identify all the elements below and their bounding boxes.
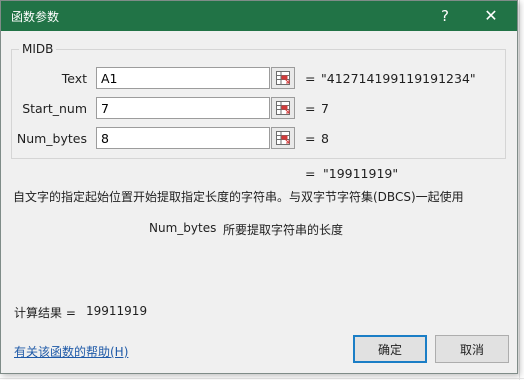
title-bar: 函数参数 ? ✕ bbox=[1, 1, 517, 31]
range-select-icon bbox=[276, 71, 290, 85]
arg-label-num-bytes: Num_bytes bbox=[16, 131, 87, 146]
close-button[interactable]: ✕ bbox=[471, 1, 511, 31]
cancel-button[interactable]: 取消 bbox=[435, 335, 509, 363]
start-num-arg-result: 7 bbox=[321, 101, 329, 116]
text-arg-equals: = bbox=[305, 71, 316, 86]
calc-result-value: 19911919 bbox=[86, 304, 148, 318]
start-num-arg-equals: = bbox=[305, 101, 316, 116]
dialog-title: 函数参数 bbox=[11, 10, 60, 24]
text-arg-input[interactable] bbox=[96, 67, 270, 89]
function-name: MIDB bbox=[19, 42, 57, 56]
range-select-icon bbox=[276, 101, 290, 115]
function-description: 自文字的指定起始位置开始提取指定长度的字符串。与双字节字符集(DBCS)一起使用 bbox=[13, 190, 464, 204]
ok-button[interactable]: 确定 bbox=[353, 335, 427, 363]
start-num-range-select-button[interactable] bbox=[271, 97, 295, 119]
function-result-equals: = bbox=[305, 166, 316, 181]
help-button[interactable]: ? bbox=[425, 1, 465, 31]
num-bytes-arg-result: 8 bbox=[321, 131, 329, 146]
param-description: 所要提取字符串的长度 bbox=[223, 223, 344, 237]
text-arg-result: "412714199119191234" bbox=[321, 71, 476, 86]
calc-result-label: 计算结果 = bbox=[14, 306, 76, 320]
function-arguments-dialog: 函数参数 ? ✕ MIDB Text = "412714199119191234… bbox=[0, 0, 518, 374]
num-bytes-arg-input[interactable] bbox=[96, 127, 270, 149]
start-num-arg-input[interactable] bbox=[96, 97, 270, 119]
text-range-select-button[interactable] bbox=[271, 67, 295, 89]
function-result-value: "19911919" bbox=[323, 166, 399, 181]
num-bytes-range-select-button[interactable] bbox=[271, 127, 295, 149]
range-select-icon bbox=[276, 131, 290, 145]
param-name: Num_bytes bbox=[149, 221, 217, 235]
arg-label-start-num: Start_num bbox=[22, 101, 87, 116]
arg-label-text: Text bbox=[61, 71, 87, 86]
function-help-link[interactable]: 有关该函数的帮助(H) bbox=[14, 343, 128, 360]
num-bytes-arg-equals: = bbox=[305, 131, 316, 146]
